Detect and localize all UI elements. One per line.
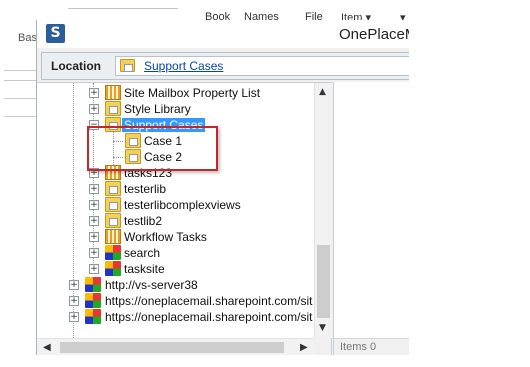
tree-item-label: Case 2 — [144, 150, 183, 164]
tree-item[interactable]: + testlib2 — [37, 213, 313, 229]
location-bar: Location Support Cases — [41, 52, 409, 80]
tree-item[interactable]: + testerlib — [37, 181, 313, 197]
vertical-scroll-thumb[interactable] — [317, 245, 330, 318]
expand-icon[interactable]: + — [89, 184, 99, 194]
expand-icon[interactable]: + — [69, 280, 79, 290]
tree-item-label: Case 1 — [144, 134, 183, 148]
tree-item-label: http://vs-server38 — [105, 278, 198, 292]
list-icon — [105, 85, 121, 100]
ribbon-divider — [68, 8, 178, 9]
folder-icon — [105, 181, 121, 196]
location-field[interactable]: Support Cases — [115, 56, 409, 76]
status-bar: Items 0 — [334, 338, 409, 355]
horizontal-scroll-thumb[interactable] — [60, 342, 284, 353]
expand-icon[interactable]: + — [89, 216, 99, 226]
tree-item[interactable]: + https://oneplacemail.sharepoint.com/si… — [37, 309, 313, 325]
tree-item[interactable]: + search — [37, 245, 313, 261]
expand-icon[interactable]: + — [89, 88, 99, 98]
folder-icon — [125, 133, 141, 148]
items-count: Items 0 — [340, 341, 377, 353]
collapse-icon[interactable]: − — [89, 120, 99, 130]
tree-item[interactable]: + https://oneplacemail.sharepoint.com/si… — [37, 293, 313, 309]
tree-item[interactable]: + tasksite — [37, 261, 313, 277]
site-icon — [85, 277, 101, 292]
folder-tree: + Site Mailbox Property List + Style Lib… — [37, 82, 332, 355]
location-link[interactable]: Support Cases — [144, 59, 223, 73]
site-icon — [105, 261, 121, 276]
tree-item-label: https://oneplacemail.sharepoint.com/site… — [105, 294, 313, 308]
expand-icon[interactable]: + — [89, 232, 99, 242]
horizontal-scrollbar[interactable]: ◀ ▶ — [37, 338, 314, 355]
folder-icon — [105, 213, 121, 228]
site-icon — [85, 309, 101, 324]
scroll-up-icon[interactable]: ▲ — [319, 87, 326, 97]
list-icon — [105, 165, 121, 180]
scroll-corner — [314, 338, 331, 355]
list-icon — [105, 229, 121, 244]
tree-item-label: tasks123 — [124, 166, 173, 180]
expand-icon[interactable]: + — [89, 104, 99, 114]
tree-item-label: testlib2 — [124, 214, 163, 228]
tree-item[interactable]: + tasks123 — [37, 165, 313, 181]
site-icon — [85, 293, 101, 308]
tree-item-label: search — [124, 246, 161, 260]
background-rule — [4, 98, 36, 99]
folder-icon — [105, 101, 121, 116]
background-rule — [4, 70, 36, 71]
tree-item-label: testerlibcomplexviews — [124, 198, 241, 212]
folder-icon — [120, 59, 135, 72]
location-label: Location — [51, 59, 101, 73]
dialog-title: OnePlaceM — [339, 26, 409, 43]
expand-icon[interactable]: + — [69, 312, 79, 322]
tree-item[interactable]: Case 2 — [37, 149, 313, 165]
tree-item-label: testerlib — [124, 182, 167, 196]
expand-icon[interactable]: + — [89, 248, 99, 258]
tree-item-label: Workflow Tasks — [124, 230, 207, 244]
scroll-left-icon[interactable]: ◀ — [43, 342, 51, 353]
expand-icon[interactable]: + — [89, 200, 99, 210]
tree-item-label: Site Mailbox Property List — [124, 86, 261, 100]
scroll-right-icon[interactable]: ▶ — [300, 342, 308, 353]
expand-icon[interactable]: + — [69, 296, 79, 306]
oneplace-dialog: S OnePlaceM Location Support Cases + Sit… — [36, 20, 409, 355]
tree-item[interactable]: + Workflow Tasks — [37, 229, 313, 245]
folder-icon — [125, 149, 141, 164]
expand-icon[interactable]: + — [89, 264, 99, 274]
tree-item-label: https://oneplacemail.sharepoint.com/site… — [105, 310, 313, 324]
title-bar: S OnePlaceM — [37, 20, 409, 48]
background-label: Bas — [18, 32, 37, 44]
tree-item[interactable]: + Style Library — [37, 101, 313, 117]
site-icon — [105, 245, 121, 260]
tree-item[interactable]: Case 1 — [37, 133, 313, 149]
scroll-down-icon[interactable]: ▼ — [319, 323, 326, 333]
tree-item[interactable]: + testerlibcomplexviews — [37, 197, 313, 213]
tree-item-label: Style Library — [124, 102, 191, 116]
tree-item-label: Support Cases — [122, 118, 206, 132]
tree-item-label: tasksite — [124, 262, 165, 276]
tree-item[interactable]: + http://vs-server38 — [37, 277, 313, 293]
background-rule — [4, 116, 36, 117]
expand-icon[interactable]: + — [89, 168, 99, 178]
folder-icon — [105, 197, 121, 212]
oneplace-logo-icon: S — [46, 24, 65, 43]
vertical-scrollbar[interactable]: ▲ ▼ — [314, 83, 332, 338]
items-pane: Items 0 — [333, 82, 409, 355]
background-rule — [4, 80, 36, 81]
tree-item[interactable]: + Site Mailbox Property List — [37, 85, 313, 101]
background-left-panel: Bas — [0, 20, 37, 367]
folder-icon — [105, 117, 121, 132]
tree-item-selected[interactable]: − Support Cases — [37, 117, 313, 133]
